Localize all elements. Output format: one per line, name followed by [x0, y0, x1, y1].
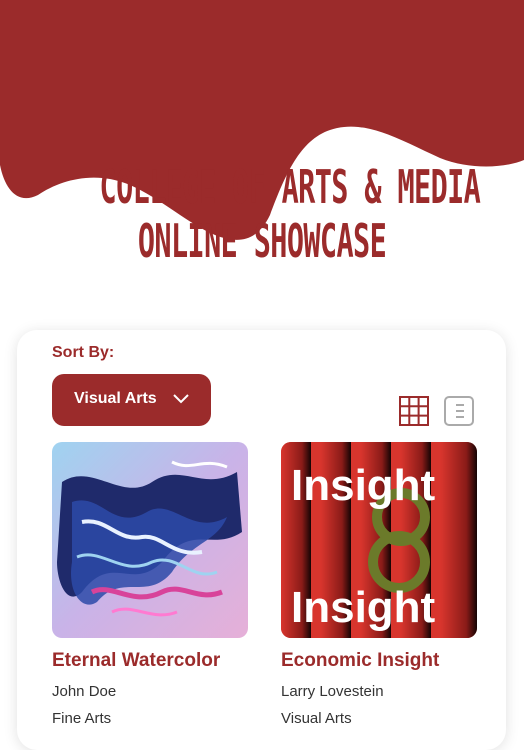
grid-icon[interactable]: [399, 396, 429, 426]
insight-poster-image: Insight Insight: [281, 442, 477, 638]
showcase-card: Sort By: Visual Arts Eternal Watercolor …: [17, 330, 506, 750]
list-icon[interactable]: [444, 396, 474, 426]
title-line-1: College of Arts & Media: [99, 160, 481, 214]
project-author: Larry Lovestein: [281, 683, 384, 700]
sort-dropdown[interactable]: Visual Arts: [52, 374, 211, 426]
chevron-down-icon: [173, 394, 189, 404]
project-thumbnail-insight[interactable]: Insight Insight: [281, 442, 477, 638]
watercolor-artwork-image: [52, 442, 248, 638]
project-title[interactable]: Economic Insight: [281, 650, 439, 672]
page-title: College of Arts & Media Online Showcase: [99, 160, 481, 268]
sort-dropdown-value: Visual Arts: [74, 390, 157, 407]
project-category: Fine Arts: [52, 710, 112, 727]
project-thumbnail-watercolor[interactable]: [52, 442, 248, 638]
poster-word-bottom: Insight: [291, 583, 436, 632]
project-title[interactable]: Eternal Watercolor: [52, 650, 220, 672]
title-line-2: Online Showcase: [137, 214, 387, 268]
project-author: John Doe: [52, 683, 117, 700]
project-category: Visual Arts: [281, 710, 352, 727]
poster-word-top: Insight: [291, 461, 436, 510]
sort-label: Sort By:: [52, 344, 115, 361]
